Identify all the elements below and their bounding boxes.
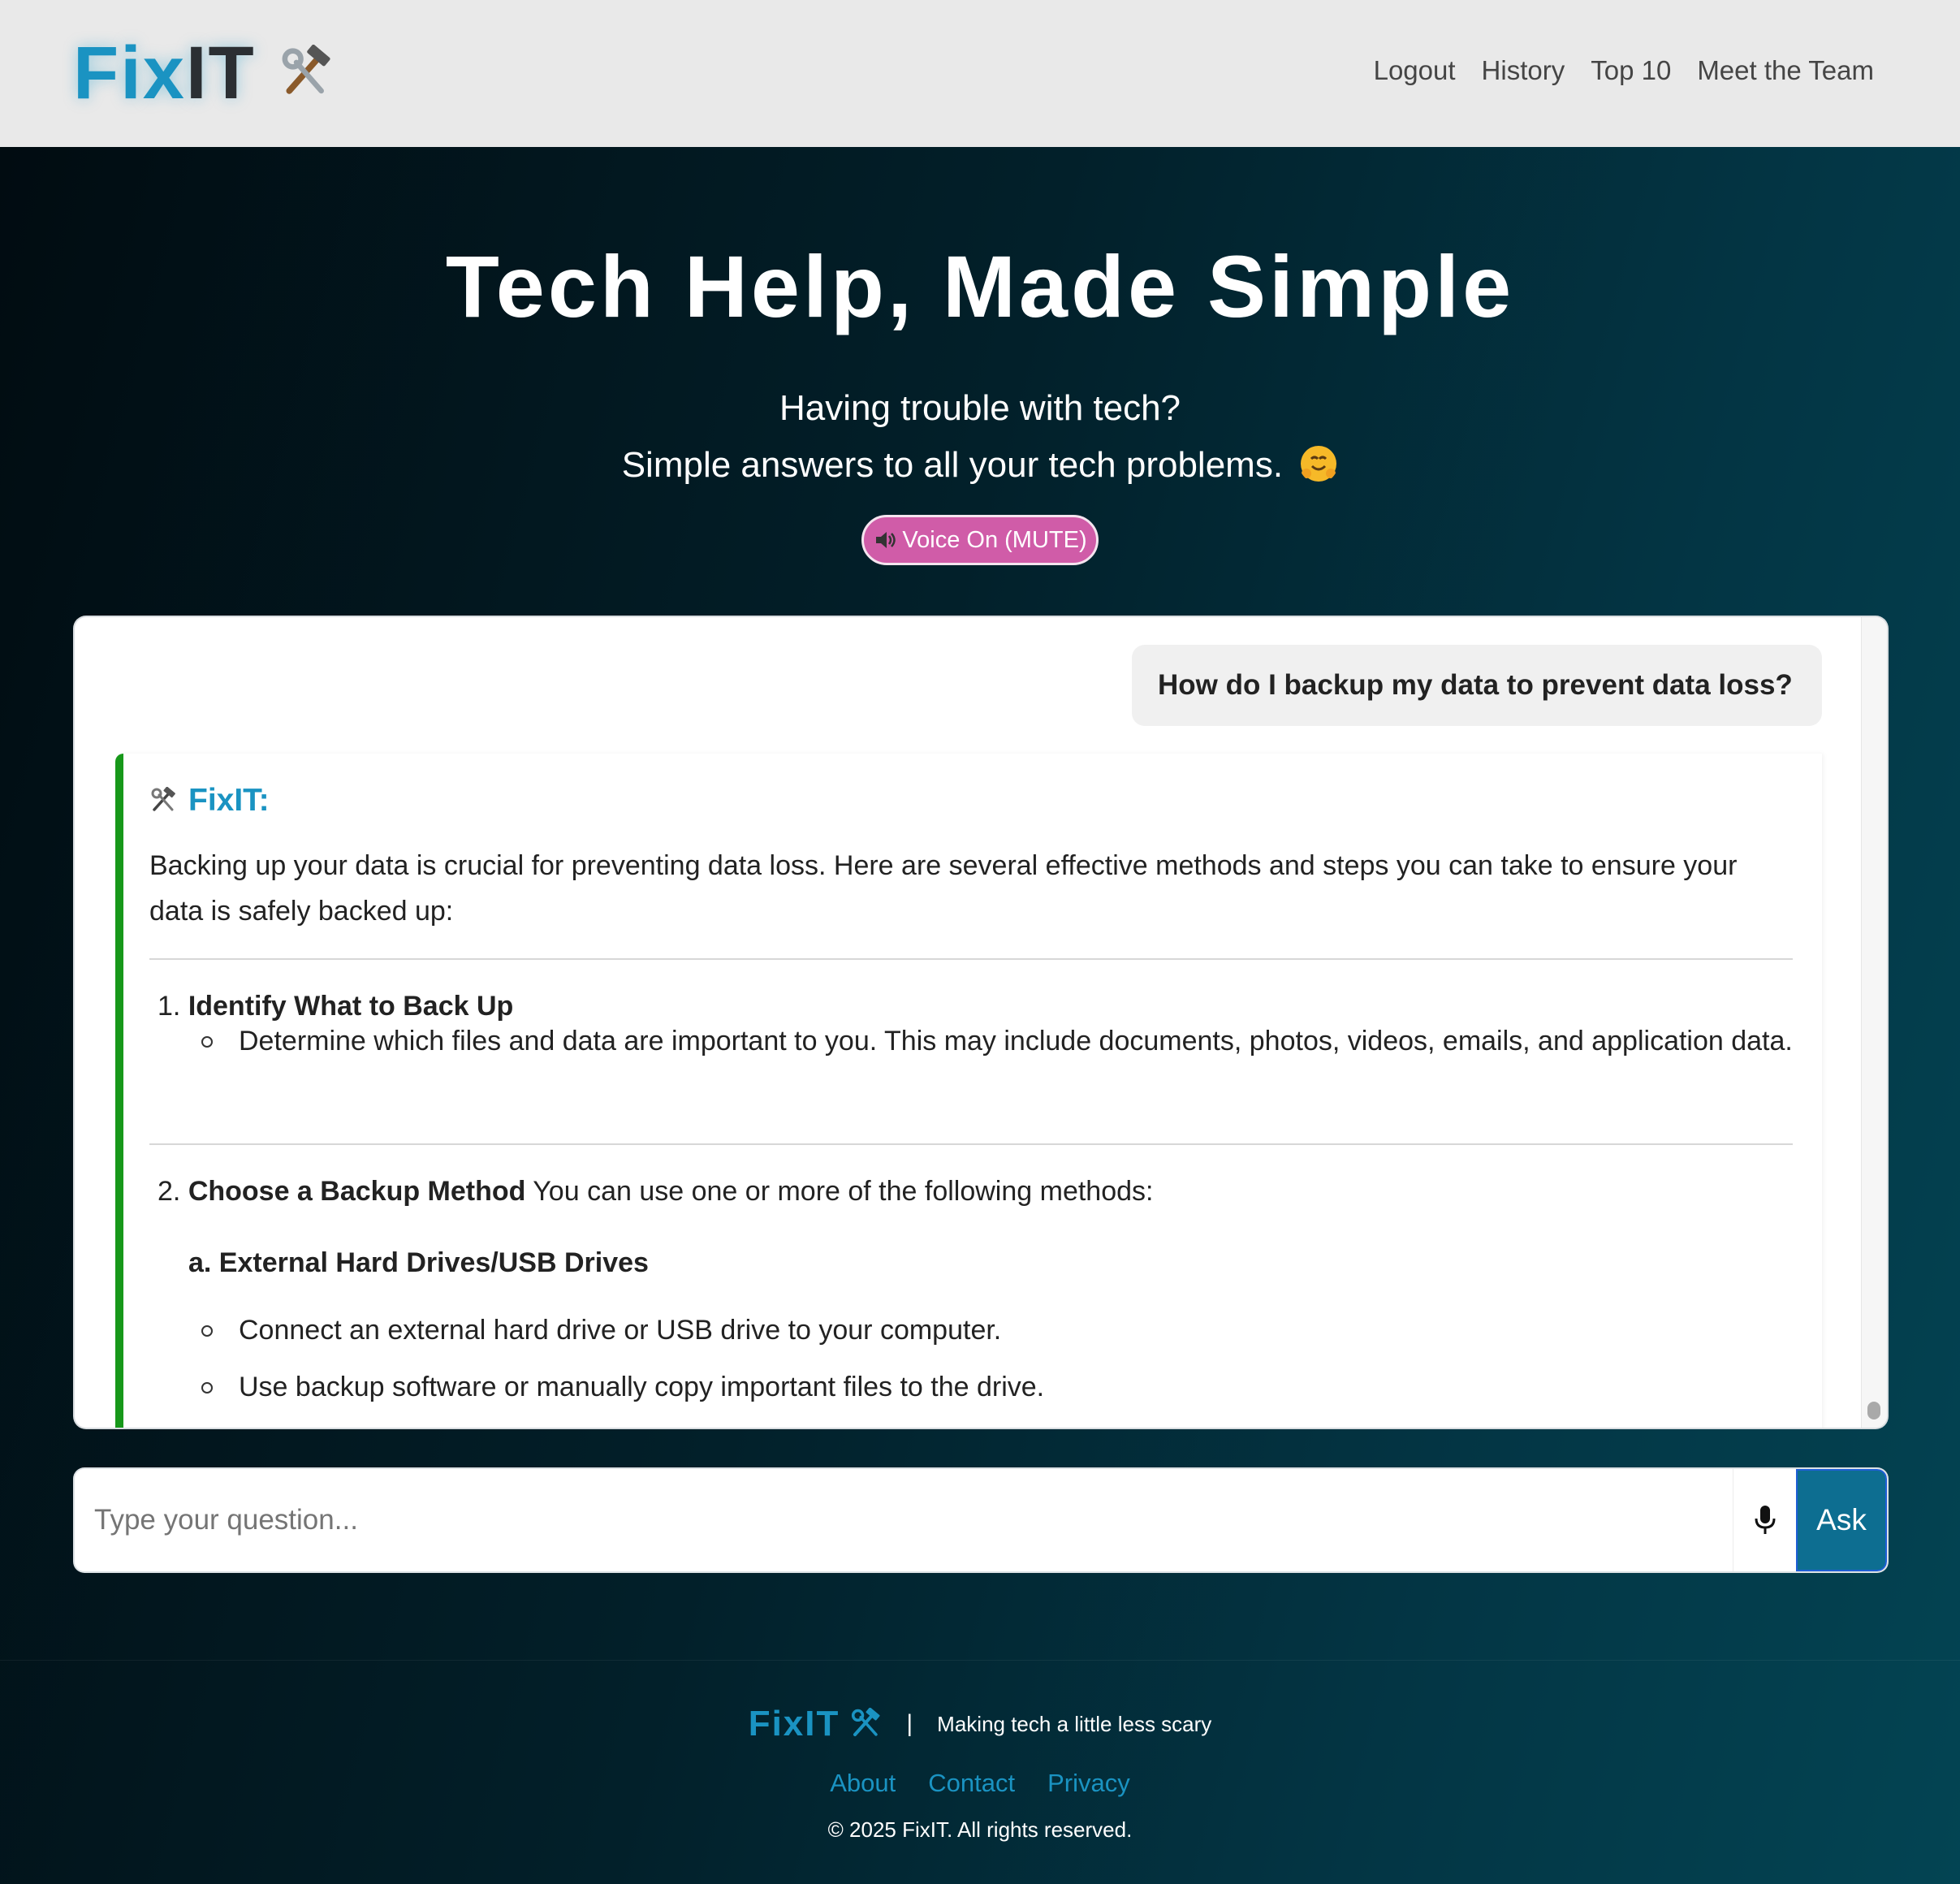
scrollbar-thumb[interactable] — [1867, 1402, 1880, 1419]
speaker-icon — [876, 532, 896, 548]
logo-text-it: IT — [185, 31, 256, 115]
nav-history[interactable]: History — [1482, 55, 1565, 86]
hero-subtitle-line1: Having trouble with tech? — [779, 388, 1181, 428]
logo-text-fix: Fix — [73, 31, 186, 115]
logo[interactable]: FixIT — [73, 31, 334, 115]
step-2-text: You can use one or more of the following… — [525, 1176, 1154, 1207]
bullet-marker — [201, 1036, 213, 1048]
voice-toggle-button[interactable]: Voice On (MUTE) — [861, 515, 1099, 565]
list-item: Connect an external hard drive or USB dr… — [201, 1307, 1809, 1353]
top-navbar: FixIT Logout History Top 10 Meet the Tea… — [0, 0, 1960, 147]
divider — [149, 1143, 1793, 1145]
step-2-number: 2. — [158, 1176, 181, 1207]
user-message: How do I backup my data to prevent data … — [1132, 645, 1822, 726]
footer-link-contact[interactable]: Contact — [928, 1769, 1015, 1798]
subheading-external-drives: a. External Hard Drives/USB Drives — [188, 1247, 649, 1278]
hero-subtitle-line2: Simple answers to all your tech problems… — [621, 445, 1284, 485]
nav-logout[interactable]: Logout — [1374, 55, 1456, 86]
main-nav: Logout History Top 10 Meet the Team — [1374, 55, 1874, 86]
microphone-button[interactable] — [1733, 1469, 1796, 1571]
chat-scrollbar[interactable] — [1861, 617, 1887, 1428]
bullet-marker — [201, 1382, 213, 1394]
bullet-marker — [201, 1325, 213, 1337]
footer-brand: FixIT | Making tech a little less scary — [0, 1704, 1960, 1744]
nav-top-10[interactable]: Top 10 — [1591, 55, 1671, 86]
nav-meet-the-team[interactable]: Meet the Team — [1697, 55, 1874, 86]
bot-header: FixIT: — [149, 783, 270, 819]
ask-button[interactable]: Ask — [1796, 1469, 1887, 1571]
question-input[interactable] — [75, 1469, 1733, 1571]
divider — [149, 958, 1793, 960]
bot-message: FixIT: Backing up your data is crucial f… — [115, 754, 1822, 1428]
bot-name: FixIT: — [188, 783, 270, 818]
footer-link-about[interactable]: About — [830, 1769, 896, 1798]
step-2-title: Choose a Backup Method — [188, 1176, 526, 1207]
footer-link-privacy[interactable]: Privacy — [1047, 1769, 1130, 1798]
footer-tagline: Making tech a little less scary — [937, 1711, 1212, 1736]
footer-separator: | — [906, 1710, 913, 1737]
footer-logo: FixIT — [749, 1704, 883, 1744]
tools-icon — [282, 45, 330, 94]
hero-subtitle: Having trouble with tech? Simple answers… — [0, 380, 1960, 494]
question-form: Ask — [75, 1469, 1887, 1571]
hero-title: Tech Help, Made Simple — [445, 237, 1515, 335]
voice-toggle-label: Voice On (MUTE) — [902, 526, 1087, 553]
footer-logo-text: FixIT — [748, 1704, 840, 1744]
list-item: Use backup software or manually copy imp… — [201, 1364, 1809, 1410]
list-item: Determine which files and data are impor… — [201, 1018, 1809, 1064]
step-1-title: Identify What to Back Up — [188, 991, 514, 1022]
smile-hug-icon — [1301, 446, 1337, 482]
step-2: 2. Choose a Backup Method You can use on… — [158, 1176, 1153, 1208]
tools-icon — [151, 787, 175, 811]
copyright: © 2025 FixIT. All rights reserved. — [827, 1817, 1133, 1842]
bot-intro: Backing up your data is crucial for prev… — [149, 850, 1738, 927]
footer-divider — [0, 1660, 1960, 1661]
chat-window[interactable]: How do I backup my data to prevent data … — [75, 617, 1887, 1428]
footer-links: About Contact Privacy — [0, 1769, 1960, 1798]
microphone-icon — [1755, 1506, 1775, 1534]
step-1-number: 1. — [158, 991, 181, 1022]
tools-icon — [852, 1708, 880, 1736]
